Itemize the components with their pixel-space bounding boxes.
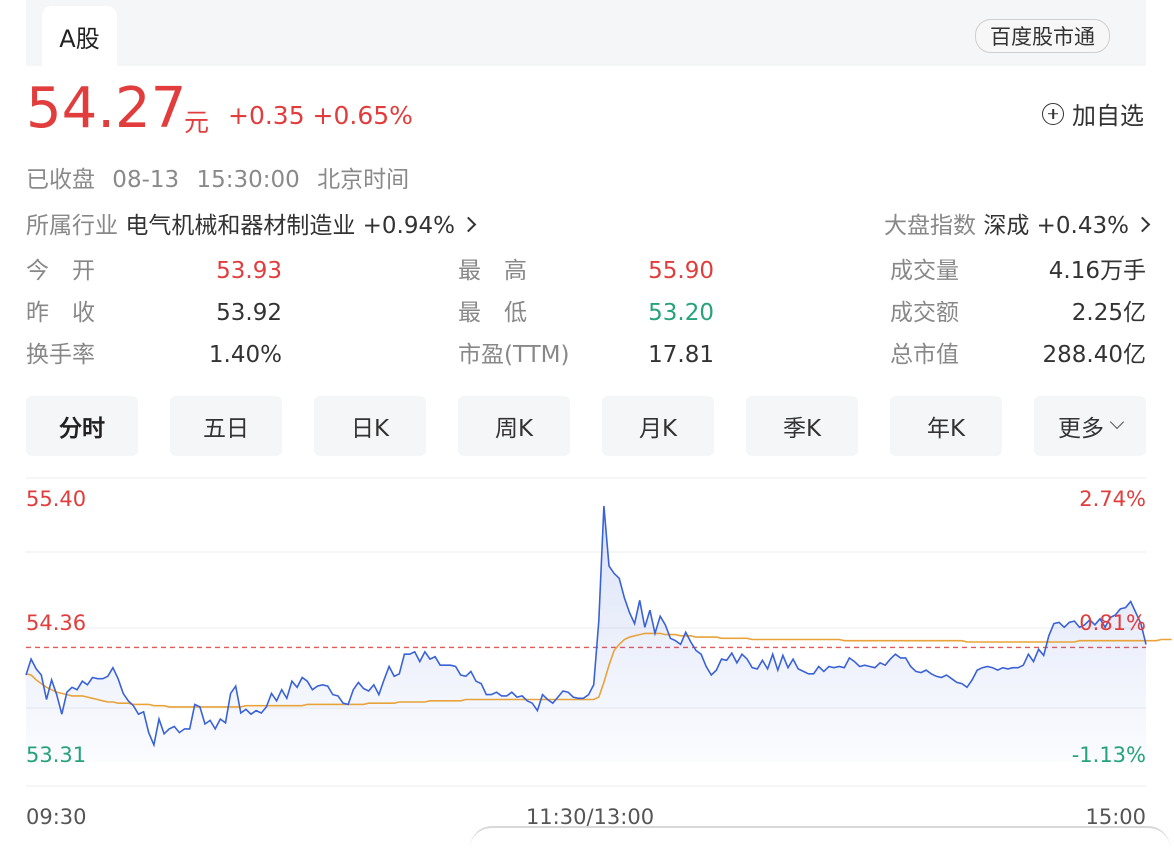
- high-value: 55.90: [648, 258, 714, 284]
- industry-link[interactable]: 所属行业 电气机械和器材制造业 +0.94%: [26, 206, 477, 240]
- market-cap-label: 总市值: [890, 342, 959, 368]
- period-yearly-k[interactable]: 年K: [890, 396, 1002, 456]
- period-intraday[interactable]: 分时: [26, 396, 138, 456]
- baidu-stock-app-button[interactable]: 百度股市通: [975, 19, 1110, 53]
- industry-change: +0.94%: [362, 213, 455, 239]
- amount-label: 成交额: [890, 300, 959, 326]
- industry-label: 所属行业: [26, 213, 118, 239]
- low-label: 最 低: [458, 300, 527, 326]
- industry-name: 电气机械和器材制造业: [125, 213, 356, 239]
- currency-unit: 元: [184, 108, 210, 137]
- current-price: 54.27: [26, 76, 187, 141]
- open-value: 53.93: [216, 258, 282, 284]
- prev-close-label: 昨 收: [26, 300, 95, 326]
- period-weekly-k[interactable]: 周K: [458, 396, 570, 456]
- bottom-sheet-edge: [470, 826, 1170, 848]
- add-circle-icon: [1042, 102, 1064, 125]
- period-monthly-k[interactable]: 月K: [602, 396, 714, 456]
- more-label: 更多: [1058, 416, 1104, 442]
- turnover-label: 换手率: [26, 342, 95, 368]
- open-label: 今 开: [26, 258, 95, 284]
- index-label: 大盘指数: [884, 213, 977, 239]
- market-status: 已收盘 08-13 15:30:00 北京时间: [26, 167, 410, 193]
- index-name: 深成: [983, 213, 1030, 239]
- chevron-down-icon: [1109, 414, 1125, 430]
- y-right-tick-label: -1.13%: [1072, 743, 1146, 767]
- index-change: +0.43%: [1036, 213, 1129, 239]
- price-change: +0.35 +0.65%: [228, 101, 413, 130]
- period-daily-k[interactable]: 日K: [314, 396, 426, 456]
- volume-value: 4.16万手: [1048, 258, 1146, 284]
- high-label: 最 高: [458, 258, 527, 284]
- period-quarterly-k[interactable]: 季K: [746, 396, 858, 456]
- turnover-value: 1.40%: [208, 342, 282, 368]
- chevron-right-icon: [1134, 216, 1151, 233]
- prev-close-value: 53.92: [216, 300, 282, 326]
- y-left-tick-label: 54.36: [26, 611, 86, 635]
- period-more-button[interactable]: 更多: [1034, 396, 1146, 456]
- low-value: 53.20: [648, 300, 714, 326]
- pe-value: 17.81: [648, 342, 714, 368]
- tab-a-shares[interactable]: A股: [42, 6, 117, 66]
- y-right-tick-label: 0.81%: [1079, 611, 1146, 635]
- y-left-tick-label: 55.40: [26, 487, 86, 511]
- period-five-day[interactable]: 五日: [170, 396, 282, 456]
- intraday-chart[interactable]: 55.4054.3653.312.74%0.81%-1.13%09:30 11:3…: [0, 470, 1174, 832]
- y-left-tick-label: 53.31: [26, 743, 86, 767]
- price-area-fill: [26, 506, 1146, 762]
- amount-value: 2.25亿: [1071, 300, 1146, 326]
- add-watchlist-label: 加自选: [1072, 102, 1144, 130]
- volume-label: 成交量: [890, 258, 959, 284]
- index-link[interactable]: 大盘指数 深成 +0.43%: [884, 206, 1151, 240]
- chevron-right-icon: [460, 216, 477, 233]
- add-watchlist-button[interactable]: 加自选: [1042, 96, 1144, 131]
- y-right-tick-label: 2.74%: [1079, 487, 1146, 511]
- x-tick-label: 09:30: [26, 805, 87, 829]
- market-cap-value: 288.40亿: [1042, 342, 1146, 368]
- pe-label: 市盈(TTM): [458, 342, 570, 368]
- period-selector: 分时 五日 日K 周K 月K 季K 年K 更多: [26, 396, 1146, 456]
